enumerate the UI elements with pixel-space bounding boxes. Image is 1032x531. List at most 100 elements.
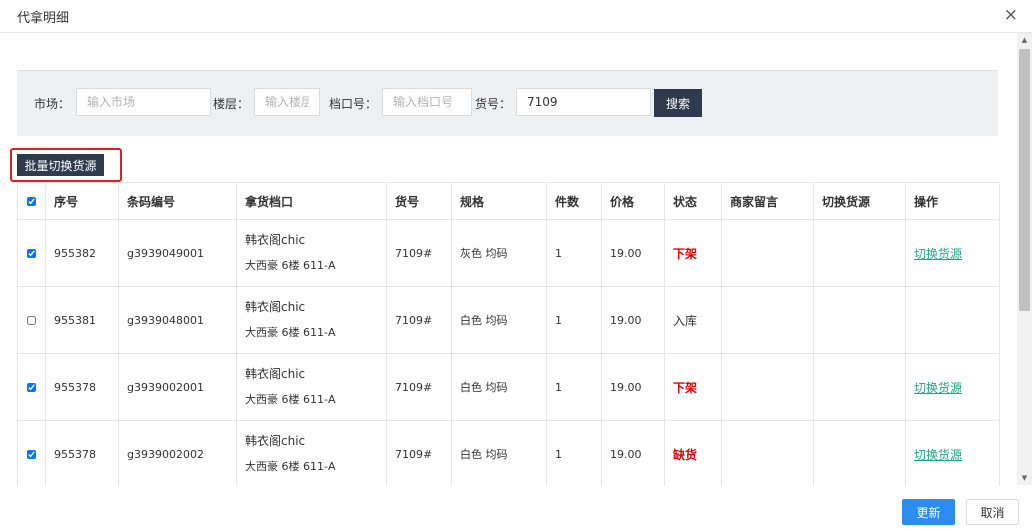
dialog-titlebar: 代拿明细 × — [0, 0, 1032, 33]
header-cell: 序号 — [45, 182, 119, 220]
item-label: 货号： — [475, 97, 512, 111]
row-select-cell — [17, 286, 46, 354]
status-badge: 下架 — [673, 246, 698, 261]
row-checkbox[interactable] — [27, 383, 36, 392]
header-cell: 价格 — [601, 182, 665, 220]
switch-source-cell — [813, 353, 906, 421]
spec-cell: 灰色 均码 — [451, 219, 547, 287]
search-bar: 市场： 楼层： 档口号： 货号： 搜索 — [17, 70, 998, 136]
qty-cell: 1 — [546, 420, 602, 488]
qty-cell: 1 — [546, 353, 602, 421]
header-cell: 件数 — [546, 182, 602, 220]
switch-source-link[interactable]: 切换货源 — [914, 448, 962, 462]
barcode-cell: g3939002001 — [118, 353, 237, 421]
dialog-title: 代拿明细 — [17, 11, 70, 26]
status-cell: 下架 — [664, 353, 722, 421]
qty-cell: 1 — [546, 219, 602, 287]
market-label: 市场： — [34, 97, 71, 111]
status-cell: 缺货 — [664, 420, 722, 488]
header-cell-select — [17, 182, 46, 220]
stall-address: 大西豪 6楼 611-A — [245, 393, 336, 406]
market-input[interactable] — [76, 88, 211, 116]
row-select-cell — [17, 420, 46, 488]
stall-cell: 韩衣阁chic 大西豪 6楼 611-A — [236, 219, 387, 287]
barcode-cell: g3939049001 — [118, 219, 237, 287]
item-no-cell: 7109# — [386, 286, 452, 354]
spec-cell: 白色 均码 — [451, 420, 547, 488]
header-cell: 拿货档口 — [236, 182, 387, 220]
row-checkbox[interactable] — [27, 316, 36, 325]
barcode-cell: g3939002002 — [118, 420, 237, 488]
price-cell: 19.00 — [601, 219, 665, 287]
seq-cell: 955378 — [45, 353, 119, 421]
stall-address: 大西豪 6楼 611-A — [245, 326, 336, 339]
row-checkbox[interactable] — [27, 450, 36, 459]
seq-cell: 955382 — [45, 219, 119, 287]
floor-input[interactable] — [254, 88, 320, 116]
stall-name: 韩衣阁chic — [245, 300, 306, 314]
message-cell — [721, 420, 814, 488]
price-cell: 19.00 — [601, 420, 665, 488]
batch-switch-source-button[interactable]: 批量切换货源 — [17, 154, 104, 176]
stall-cell: 韩衣阁chic 大西豪 6楼 611-A — [236, 420, 387, 488]
qty-cell: 1 — [546, 286, 602, 354]
scroll-down-arrow-icon[interactable]: ▼ — [1017, 471, 1032, 485]
header-cell: 商家留言 — [721, 182, 814, 220]
status-cell: 入库 — [664, 286, 722, 354]
stall-address: 大西豪 6楼 611-A — [245, 259, 336, 272]
cancel-button[interactable]: 取消 — [966, 499, 1019, 525]
table-row: 955378 g3939002002 韩衣阁chic 大西豪 6楼 611-A 7109… — [17, 420, 1000, 488]
spec-cell: 白色 均码 — [451, 286, 547, 354]
action-cell — [905, 286, 1000, 354]
scroll-up-arrow-icon[interactable]: ▲ — [1017, 33, 1032, 47]
header-cell: 切换货源 — [813, 182, 906, 220]
item-no-cell: 7109# — [386, 420, 452, 488]
item-no-cell: 7109# — [386, 219, 452, 287]
switch-source-link[interactable]: 切换货源 — [914, 247, 962, 261]
message-cell — [721, 219, 814, 287]
search-button[interactable]: 搜索 — [654, 89, 702, 117]
select-all-checkbox[interactable] — [27, 197, 36, 206]
header-cell: 状态 — [664, 182, 722, 220]
status-badge: 下架 — [673, 380, 698, 395]
row-checkbox[interactable] — [27, 249, 36, 258]
switch-source-cell — [813, 286, 906, 354]
update-button[interactable]: 更新 — [902, 499, 955, 525]
table-row: 955378 g3939002001 韩衣阁chic 大西豪 6楼 611-A 7109… — [17, 353, 1000, 421]
floor-label: 楼层： — [213, 97, 250, 111]
vertical-scrollbar[interactable]: ▲ ▼ — [1017, 33, 1032, 485]
stall-name: 韩衣阁chic — [245, 434, 306, 448]
message-cell — [721, 286, 814, 354]
seq-cell: 955381 — [45, 286, 119, 354]
item-no-cell: 7109# — [386, 353, 452, 421]
dialog-footer — [0, 486, 1032, 531]
stall-input[interactable] — [382, 88, 472, 116]
price-cell: 19.00 — [601, 286, 665, 354]
seq-cell: 955378 — [45, 420, 119, 488]
scroll-thumb[interactable] — [1019, 49, 1030, 311]
switch-source-link[interactable]: 切换货源 — [914, 381, 962, 395]
switch-source-cell — [813, 219, 906, 287]
price-cell: 19.00 — [601, 353, 665, 421]
message-cell — [721, 353, 814, 421]
status-badge: 入库 — [673, 313, 698, 328]
row-select-cell — [17, 353, 46, 421]
status-cell: 下架 — [664, 219, 722, 287]
stall-cell: 韩衣阁chic 大西豪 6楼 611-A — [236, 353, 387, 421]
stall-address: 大西豪 6楼 611-A — [245, 460, 336, 473]
stall-label: 档口号： — [329, 97, 378, 111]
header-cell: 条码编号 — [118, 182, 237, 220]
table-row: 955381 g3939048001 韩衣阁chic 大西豪 6楼 611-A 7109… — [17, 286, 1000, 354]
item-input[interactable] — [516, 88, 651, 116]
table-header-row: 序号 条码编号 拿货档口 货号 规格 件数 价格 状态 商家留言 切换货源 操作 — [17, 182, 1000, 220]
header-cell: 规格 — [451, 182, 547, 220]
action-cell: 切换货源 — [905, 219, 1000, 287]
barcode-cell: g3939048001 — [118, 286, 237, 354]
detail-table: 序号 条码编号 拿货档口 货号 规格 件数 价格 状态 商家留言 切换货源 操作… — [17, 182, 1000, 488]
header-cell: 货号 — [386, 182, 452, 220]
action-cell: 切换货源 — [905, 353, 1000, 421]
stall-cell: 韩衣阁chic 大西豪 6楼 611-A — [236, 286, 387, 354]
status-badge: 缺货 — [673, 447, 698, 462]
close-icon[interactable]: × — [1004, 6, 1018, 24]
table-row: 955382 g3939049001 韩衣阁chic 大西豪 6楼 611-A 7109… — [17, 219, 1000, 287]
